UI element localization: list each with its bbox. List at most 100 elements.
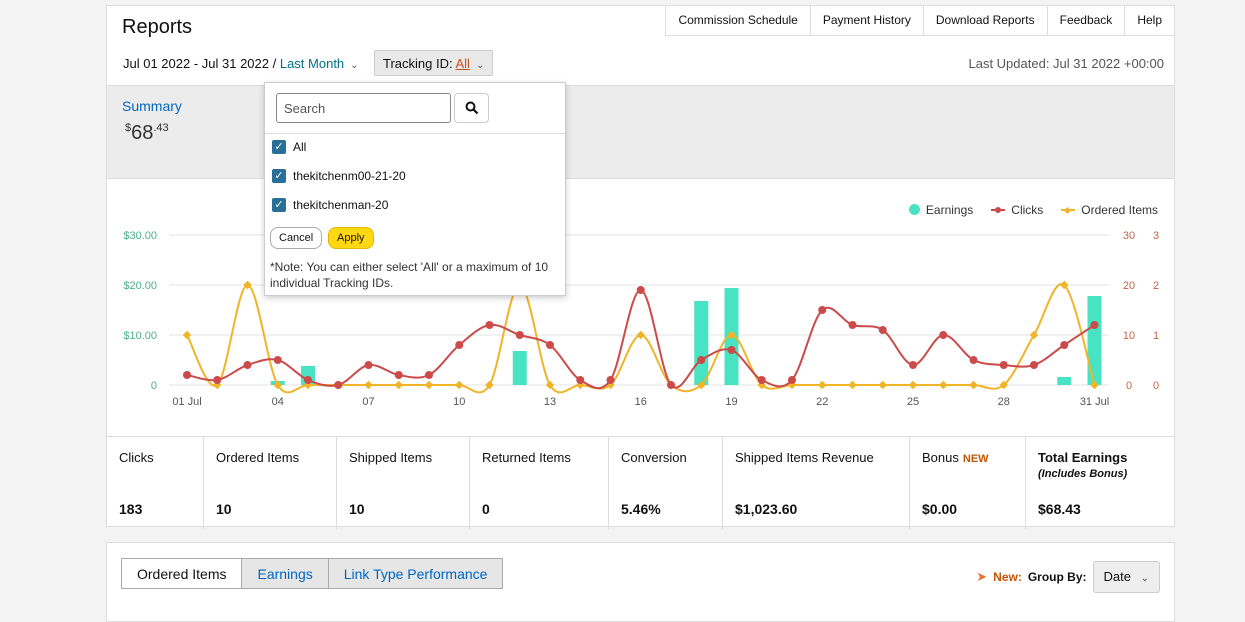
check-icon: ✓ xyxy=(272,140,286,154)
clicks-point xyxy=(1090,321,1099,329)
ordered-items-point xyxy=(818,380,827,390)
tab-ordered-items[interactable]: Ordered Items xyxy=(121,558,243,589)
tab-link-type-performance[interactable]: Link Type Performance xyxy=(327,558,504,589)
check-icon: ✓ xyxy=(272,169,286,183)
y-right-items-tick-label: 3 xyxy=(1153,230,1159,242)
clicks-point xyxy=(999,361,1008,369)
stat-clicks: Clicks 183 xyxy=(107,437,204,529)
x-tick-label: 01 Jul xyxy=(172,396,201,408)
tab-earnings[interactable]: Earnings xyxy=(241,558,329,589)
stat-bonus: Bonus NEW $0.00 xyxy=(910,437,1026,529)
y-right-clicks-tick-label: 30 xyxy=(1123,230,1135,242)
x-tick-label: 19 xyxy=(725,396,737,408)
legend-clicks[interactable]: Clicks xyxy=(991,203,1043,217)
clicks-point xyxy=(636,286,645,294)
clicks-point xyxy=(909,361,917,369)
clicks-point xyxy=(727,346,736,354)
y-right-items-tick-label: 1 xyxy=(1153,330,1159,342)
clicks-point xyxy=(848,321,857,329)
rocket-icon: ➤ xyxy=(976,569,988,584)
clicks-point xyxy=(183,371,191,379)
clicks-point xyxy=(243,361,252,369)
clicks-point xyxy=(304,376,312,384)
x-tick-label: 25 xyxy=(907,396,919,408)
clicks-point xyxy=(788,376,796,384)
legend-ordered-items[interactable]: Ordered Items xyxy=(1061,203,1158,217)
y-right-clicks-tick-label: 0 xyxy=(1126,380,1132,392)
new-badge: NEW xyxy=(962,453,989,465)
clicks-point xyxy=(1030,361,1038,369)
ordered-items-point xyxy=(394,380,403,390)
clicks-point xyxy=(455,341,464,349)
clicks-point xyxy=(667,381,675,389)
x-tick-label: 07 xyxy=(362,396,374,408)
ordered-items-point xyxy=(636,330,645,340)
checkbox-all[interactable]: ✓ All xyxy=(272,140,306,154)
clicks-point xyxy=(546,341,554,349)
ordered-items-point xyxy=(939,380,948,390)
check-icon: ✓ xyxy=(272,198,286,212)
stat-shipped-items: Shipped Items 10 xyxy=(337,437,470,529)
x-tick-label: 28 xyxy=(998,396,1010,408)
clicks-point xyxy=(213,376,222,384)
clicks-point xyxy=(969,356,978,364)
x-tick-label: 10 xyxy=(453,396,465,408)
earnings-bar xyxy=(512,351,527,385)
clicks-point xyxy=(515,331,524,339)
ordered-items-point xyxy=(969,380,978,390)
ordered-items-point xyxy=(908,380,918,390)
clicks-point xyxy=(576,376,585,384)
cancel-button[interactable]: Cancel xyxy=(270,227,323,249)
ordered-items-point xyxy=(1029,330,1039,340)
earnings-bar xyxy=(1087,296,1102,385)
clicks-point xyxy=(818,306,827,314)
x-tick-label: 13 xyxy=(544,396,556,408)
ordered-items-point xyxy=(455,380,464,390)
y-right-items-tick-label: 2 xyxy=(1153,280,1159,292)
stat-ordered-items: Ordered Items 10 xyxy=(204,437,337,529)
clicks-point xyxy=(1060,341,1069,349)
stats-row: Clicks 183 Ordered Items 10 Shipped Items 1… xyxy=(107,436,1174,529)
clicks-point xyxy=(334,381,343,389)
legend-earnings[interactable]: Earnings xyxy=(908,203,973,217)
checkbox-tracking-id-1[interactable]: ✓ thekitchenm00-21-20 xyxy=(272,169,406,183)
ordered-items-point xyxy=(182,330,192,340)
group-by-select[interactable]: Date ⌄ xyxy=(1092,561,1160,593)
clicks-point xyxy=(606,376,615,384)
tracking-id-dropdown: ✓All ✓thekitchenm00-21-20 ✓thekitchenman… xyxy=(264,82,566,296)
x-tick-label: 22 xyxy=(816,396,828,408)
y-left-tick-label: $20.00 xyxy=(123,280,157,292)
apply-button[interactable]: Apply xyxy=(328,227,374,249)
ordered-items-point xyxy=(364,380,373,390)
chart-legend: Earnings Clicks Ordered Items xyxy=(908,203,1158,217)
group-by-control: ➤ New: Group By: Date ⌄ xyxy=(976,561,1160,593)
clicks-point xyxy=(364,361,373,369)
stat-returned-items: Returned Items 0 xyxy=(470,437,609,529)
ordered-items-point xyxy=(424,380,434,390)
x-tick-label: 31 Jul xyxy=(1080,396,1109,408)
chevron-down-icon: ⌄ xyxy=(1140,573,1149,584)
clicks-point xyxy=(697,356,706,364)
dropdown-note: *Note: You can either select 'All' or a … xyxy=(270,260,549,290)
x-tick-label: 16 xyxy=(635,396,647,408)
y-right-clicks-tick-label: 10 xyxy=(1123,330,1135,342)
earnings-bar xyxy=(694,301,709,385)
clicks-point xyxy=(939,331,948,339)
search-button[interactable] xyxy=(454,93,489,123)
y-right-items-tick-label: 0 xyxy=(1153,380,1159,392)
ordered-items-point xyxy=(848,380,857,390)
search-input[interactable] xyxy=(276,93,451,123)
clicks-point xyxy=(878,326,887,334)
y-right-clicks-tick-label: 20 xyxy=(1123,280,1135,292)
y-left-tick-label: $10.00 xyxy=(123,330,157,342)
x-tick-label: 04 xyxy=(272,396,284,408)
report-tabs: Ordered Items Earnings Link Type Perform… xyxy=(121,558,504,589)
checkbox-tracking-id-2[interactable]: ✓ thekitchenman-20 xyxy=(272,198,388,212)
clicks-point xyxy=(485,321,494,329)
clicks-point xyxy=(394,371,403,379)
y-left-tick-label: 0 xyxy=(151,380,157,392)
clicks-point xyxy=(425,371,433,379)
ordered-items-point xyxy=(878,380,887,390)
stat-shipped-revenue: Shipped Items Revenue $1,023.60 xyxy=(723,437,910,529)
clicks-point xyxy=(757,376,766,384)
